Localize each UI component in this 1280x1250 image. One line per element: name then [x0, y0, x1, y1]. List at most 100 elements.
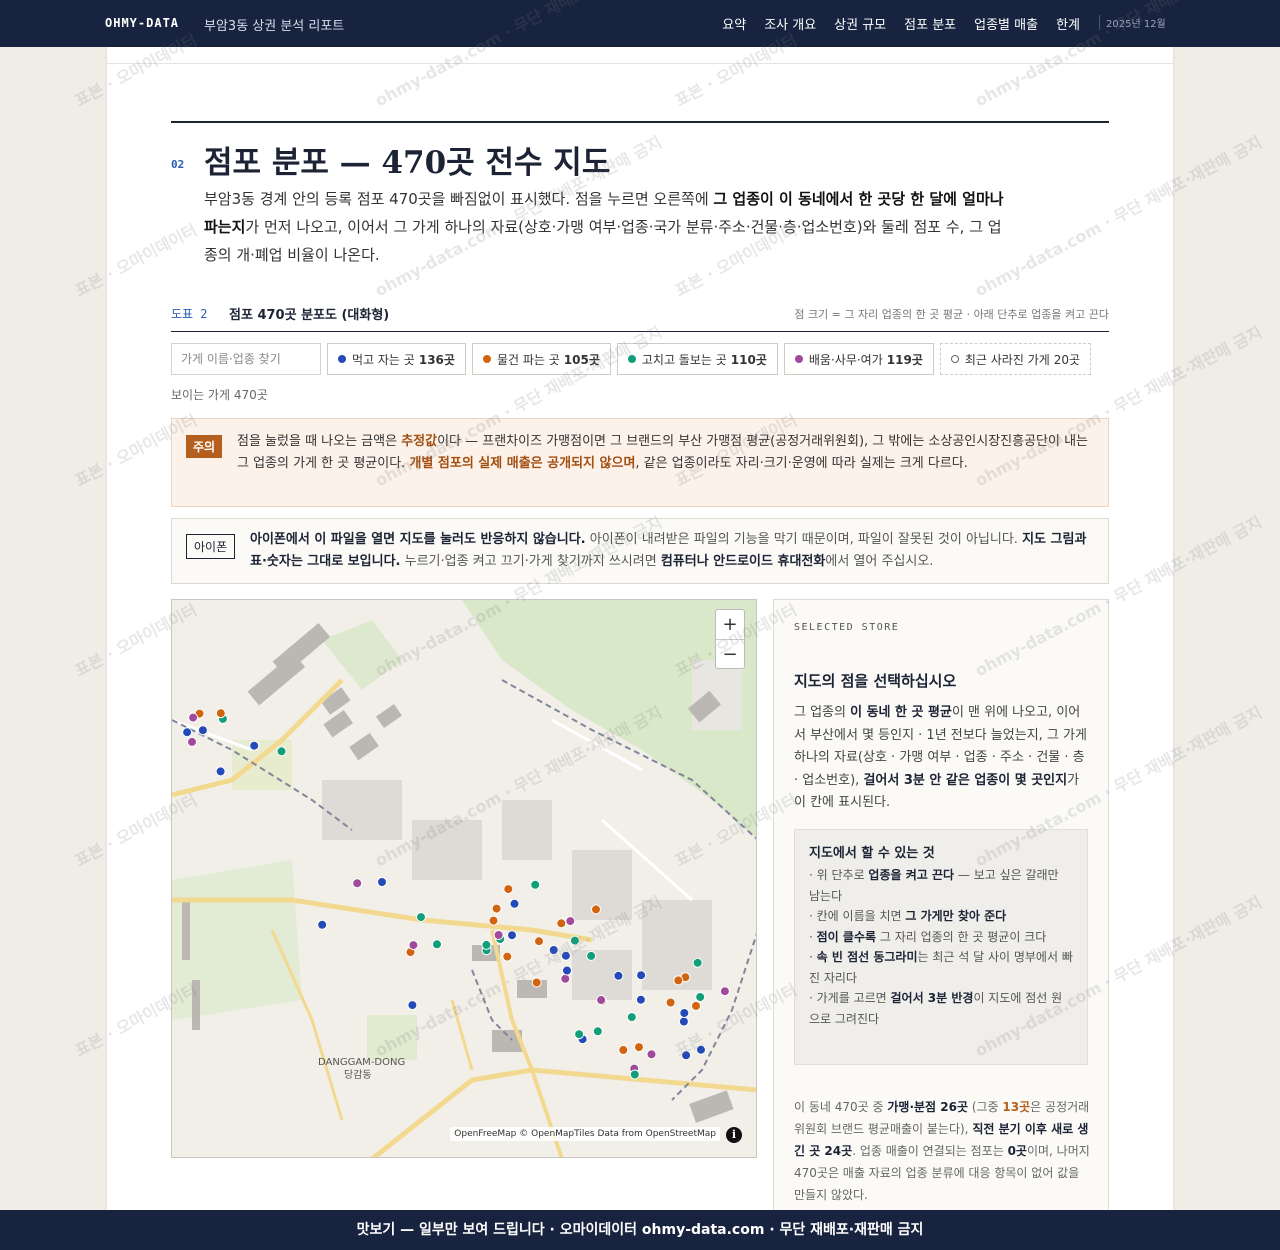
estimate-warning: 주의 점을 눌렀을 때 나오는 금액은 추정값이다 — 프랜차이즈 가맹점이면 …	[171, 418, 1109, 507]
store-marker[interactable]	[629, 1069, 640, 1080]
figure-header: 도표 2 점포 470곳 분포도 (대화형) 점 크기 = 그 자리 업종의 한…	[171, 303, 1109, 332]
store-marker[interactable]	[507, 930, 517, 941]
panel-title: 지도의 점을 선택하십시오	[794, 672, 957, 690]
store-marker[interactable]	[560, 950, 571, 961]
store-marker[interactable]	[560, 973, 571, 984]
food-dot-icon	[338, 355, 346, 363]
top-nav: 요약 조사 개요 상권 규모 점포 분포 업종별 매출 한계	[722, 14, 1080, 33]
store-marker[interactable]	[488, 915, 499, 926]
store-marker[interactable]	[432, 939, 442, 950]
store-marker[interactable]	[556, 918, 567, 929]
green-patch	[172, 860, 302, 1020]
zoom-in-button[interactable]: +	[716, 610, 744, 639]
filter-food-lodging[interactable]: 먹고 자는 곳 136곳	[327, 343, 466, 375]
store-marker[interactable]	[276, 746, 287, 757]
store-marker[interactable]	[197, 725, 208, 736]
page-divider	[107, 63, 1173, 64]
store-marker[interactable]	[679, 1008, 690, 1018]
filter-education-office-leisure[interactable]: 배움·사무·여가 119곳	[783, 343, 934, 375]
filter-closed-stores[interactable]: 최근 사라진 가게 20곳	[939, 343, 1092, 375]
store-marker[interactable]	[188, 712, 199, 723]
store-marker[interactable]	[493, 930, 504, 940]
store-marker[interactable]	[613, 970, 624, 981]
store-marker[interactable]	[491, 903, 502, 914]
nav-item-summary[interactable]: 요약	[722, 14, 746, 33]
store-marker[interactable]	[565, 916, 576, 927]
filter-services[interactable]: 고치고 돌보는 곳 110곳	[616, 343, 778, 375]
store-marker[interactable]	[509, 898, 520, 909]
store-marker[interactable]	[665, 997, 676, 1008]
zoom-control: + −	[715, 609, 745, 669]
store-marker[interactable]	[530, 879, 541, 890]
store-marker[interactable]	[673, 975, 684, 986]
store-marker[interactable]	[416, 912, 426, 923]
nav-item-store-distribution[interactable]: 점포 분포	[904, 14, 956, 33]
place-label-en: DANGGAM-DONG	[318, 1057, 405, 1068]
figure-title: 점포 470곳 분포도 (대화형)	[229, 308, 390, 323]
store-marker[interactable]	[562, 965, 572, 976]
visible-store-count: 보이는 가게 470곳	[171, 388, 268, 402]
store-marker[interactable]	[681, 1050, 692, 1061]
howto-item: · 칸에 이름을 치면 그 가게만 찾아 준다	[809, 909, 1007, 923]
store-marker[interactable]	[692, 957, 703, 968]
map-attribution[interactable]: OpenFreeMap © OpenMapTiles Data from Ope…	[450, 1127, 720, 1141]
store-marker[interactable]	[481, 939, 492, 950]
store-marker[interactable]	[591, 904, 601, 915]
store-marker[interactable]	[503, 884, 514, 895]
store-marker[interactable]	[626, 1012, 637, 1023]
section-title: 점포 분포 — 470곳 전수 지도	[204, 145, 611, 181]
store-marker[interactable]	[182, 727, 193, 738]
nav-item-market-size[interactable]: 상권 규모	[834, 14, 886, 33]
store-marker[interactable]	[618, 1045, 629, 1055]
store-marker[interactable]	[592, 1026, 603, 1037]
store-marker[interactable]	[502, 951, 513, 962]
store-marker[interactable]	[696, 1044, 706, 1055]
howto-item: · 가게를 고르면 걸어서 3분 반경이 지도에 점선 원으로 그려진다	[809, 991, 1063, 1026]
section-lead: 부암3동 경계 안의 등록 점포 470곳을 빠짐없이 표시했다. 점을 누르면…	[204, 190, 1004, 264]
store-marker[interactable]	[407, 1000, 418, 1011]
brand-logo[interactable]: OHMY-DATA	[105, 16, 179, 30]
store-map[interactable]: DANGGAM-DONG 당감동 + − OpenFreeMap © OpenM…	[171, 599, 757, 1158]
nav-item-limits[interactable]: 한계	[1056, 14, 1080, 33]
store-marker[interactable]	[569, 935, 580, 946]
report-page: 02 점포 분포 — 470곳 전수 지도 부암3동 경계 안의 등록 점포 4…	[107, 47, 1173, 1219]
store-marker[interactable]	[646, 1049, 657, 1060]
store-marker[interactable]	[574, 1029, 585, 1040]
store-marker[interactable]	[408, 940, 419, 951]
nav-item-sales-by-industry[interactable]: 업종별 매출	[974, 14, 1038, 33]
store-search-input[interactable]	[171, 343, 321, 375]
store-marker[interactable]	[548, 945, 559, 955]
filter-retail[interactable]: 물건 파는 곳 105곳	[471, 343, 611, 375]
section-number: 02	[171, 158, 185, 171]
store-marker[interactable]	[691, 1000, 701, 1011]
education-dot-icon	[794, 355, 803, 363]
store-marker[interactable]	[678, 1016, 689, 1027]
store-marker[interactable]	[317, 919, 328, 930]
preview-footer: 맛보기 — 일부만 보여 드립니다 · 오마이데이터 ohmy-data.com…	[0, 1210, 1280, 1250]
store-marker[interactable]	[215, 708, 226, 719]
district-boundary	[471, 969, 513, 1041]
store-marker[interactable]	[215, 766, 226, 777]
store-marker[interactable]	[377, 877, 387, 887]
store-marker[interactable]	[636, 970, 647, 981]
store-marker[interactable]	[249, 740, 260, 751]
store-marker[interactable]	[531, 977, 542, 988]
store-marker[interactable]	[352, 878, 363, 889]
filter-bar: 먹고 자는 곳136곳 물건 파는 곳105곳 고치고 돌보는 곳110곳 배움…	[171, 343, 1092, 375]
figure-note: 점 크기 = 그 자리 업종의 한 곳 평균 · 아래 단추로 업종을 켜고 끈…	[794, 308, 1109, 321]
store-marker[interactable]	[634, 1042, 644, 1053]
store-marker[interactable]	[596, 995, 607, 1005]
hollow-ring-icon	[950, 355, 959, 363]
store-marker[interactable]	[695, 992, 706, 1002]
store-marker[interactable]	[534, 936, 544, 947]
nav-item-overview[interactable]: 조사 개요	[764, 14, 816, 33]
store-marker[interactable]	[719, 986, 730, 997]
info-icon[interactable]: i	[726, 1127, 742, 1143]
store-marker[interactable]	[586, 950, 597, 961]
store-marker[interactable]	[635, 994, 646, 1005]
map-canvas[interactable]: DANGGAM-DONG 당감동	[172, 600, 757, 1158]
store-marker[interactable]	[187, 736, 197, 747]
howto-title: 지도에서 할 수 있는 것	[809, 846, 935, 861]
park-area	[367, 1015, 417, 1060]
zoom-out-button[interactable]: −	[716, 639, 744, 669]
